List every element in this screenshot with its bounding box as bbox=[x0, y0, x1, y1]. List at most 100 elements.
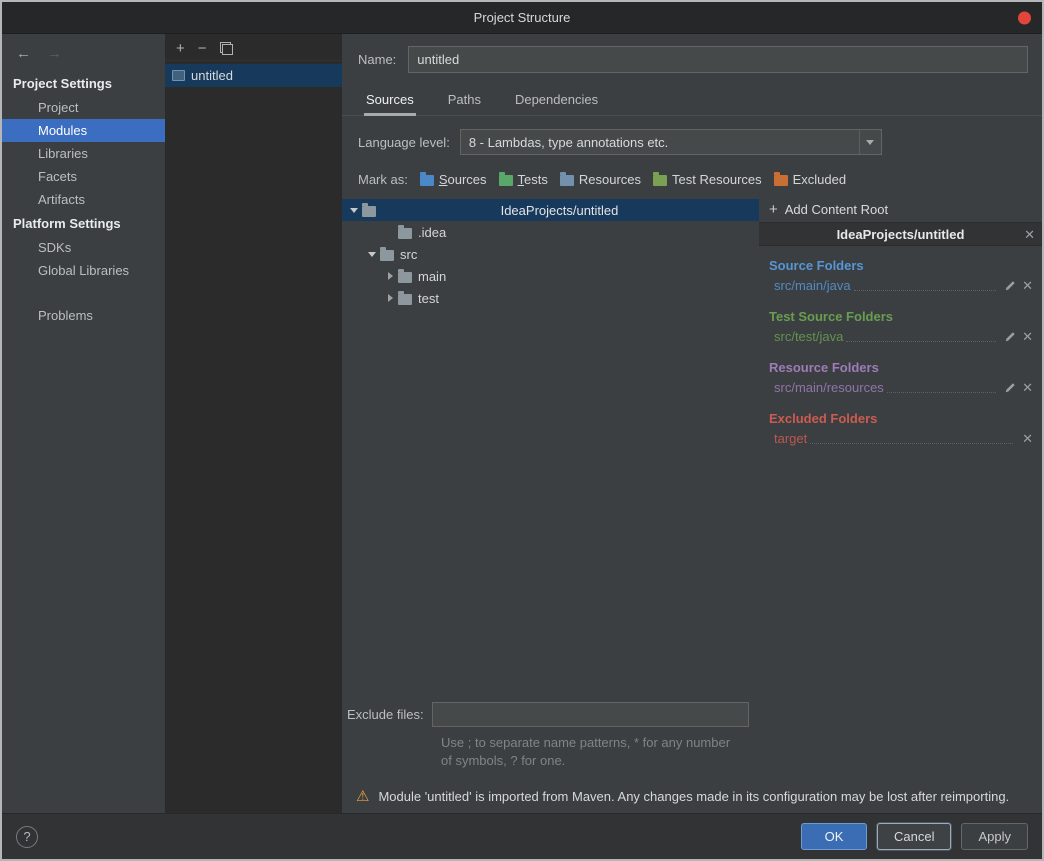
language-level-value: 8 - Lambdas, type annotations etc. bbox=[468, 134, 669, 150]
folder-entry[interactable]: src/test/java ✕ bbox=[769, 325, 1033, 347]
help-button[interactable]: ? bbox=[16, 825, 38, 848]
copy-module-icon[interactable] bbox=[219, 42, 233, 55]
module-tabs: Sources Paths Dependencies bbox=[342, 82, 1042, 116]
folder-entry[interactable]: target ✕ bbox=[769, 427, 1033, 449]
content-root-tree: IdeaProjects/untitled .idea src main tes… bbox=[342, 199, 759, 309]
source-folders-group: Source Folders src/main/java ✕ bbox=[769, 258, 1033, 296]
remove-icon[interactable]: ✕ bbox=[1022, 330, 1033, 343]
language-level-row: Language level: 8 - Lambdas, type annota… bbox=[342, 116, 1042, 159]
test-resources-folder-icon bbox=[653, 172, 668, 186]
mark-as-resources-label: Resources bbox=[578, 172, 642, 187]
tree-item-content-root[interactable]: IdeaProjects/untitled bbox=[342, 199, 759, 221]
exclude-files-row: Exclude files: bbox=[342, 701, 759, 727]
project-structure-dialog: Project Structure ← → Project Settings P… bbox=[0, 0, 1044, 861]
module-name-input[interactable] bbox=[408, 46, 1028, 73]
mark-as-test-resources-label: Test Resources bbox=[672, 172, 762, 187]
exclude-files-input[interactable] bbox=[431, 701, 749, 727]
module-list-item[interactable]: untitled bbox=[165, 64, 342, 87]
folder-path: src/main/java bbox=[774, 277, 851, 293]
section-header-project-settings: Project Settings bbox=[13, 76, 112, 91]
group-title: Source Folders bbox=[769, 258, 864, 273]
folder-path: src/main/resources bbox=[774, 379, 884, 395]
close-window-icon[interactable] bbox=[1018, 11, 1031, 24]
sidebar-item-modules[interactable]: Modules bbox=[2, 119, 165, 142]
modules-list: untitled bbox=[165, 61, 342, 813]
chevron-down-icon[interactable] bbox=[858, 130, 881, 154]
folder-path: target bbox=[774, 430, 808, 446]
language-level-select[interactable]: 8 - Lambdas, type annotations etc. bbox=[459, 129, 882, 155]
name-label: Name: bbox=[358, 52, 397, 67]
mark-as-row: Mark as: Sources Tests Resources Test Re… bbox=[342, 159, 1042, 196]
edit-icon[interactable] bbox=[1005, 382, 1016, 393]
folder-icon bbox=[362, 202, 376, 217]
tab-paths[interactable]: Paths bbox=[446, 88, 483, 116]
chevron-down-icon[interactable] bbox=[364, 251, 380, 257]
mark-as-tests-label: Tests bbox=[517, 172, 548, 187]
mark-as-excluded[interactable]: Excluded bbox=[773, 172, 847, 187]
excluded-folders-group: Excluded Folders target ✕ bbox=[769, 411, 1033, 449]
add-content-root-button[interactable]: + Add Content Root bbox=[759, 196, 1042, 222]
folder-groups: Source Folders src/main/java ✕ Test Sour… bbox=[759, 246, 1042, 449]
maven-warning: ⚠ Module 'untitled' is imported from Mav… bbox=[342, 783, 1042, 813]
tab-dependencies[interactable]: Dependencies bbox=[513, 88, 600, 116]
back-icon[interactable]: ← bbox=[16, 45, 31, 62]
sidebar-item-libraries[interactable]: Libraries bbox=[2, 142, 165, 165]
content-root-path: IdeaProjects/untitled bbox=[836, 226, 965, 242]
dialog-footer: ? OK Cancel Apply bbox=[2, 813, 1042, 859]
folder-icon bbox=[380, 246, 394, 261]
content-root-panel: + Add Content Root IdeaProjects/untitled… bbox=[759, 196, 1042, 783]
sidebar-item-sdks[interactable]: SDKs bbox=[2, 236, 165, 259]
chevron-right-icon[interactable] bbox=[382, 272, 398, 280]
resource-folders-group: Resource Folders src/main/resources ✕ bbox=[769, 360, 1033, 398]
sidebar-item-facets[interactable]: Facets bbox=[2, 165, 165, 188]
settings-sidebar: ← → Project Settings Project Modules Lib… bbox=[2, 34, 165, 813]
remove-module-icon[interactable]: − bbox=[198, 41, 207, 56]
mark-as-sources[interactable]: Sources bbox=[419, 172, 487, 187]
folder-entry[interactable]: src/main/java ✕ bbox=[769, 274, 1033, 296]
warning-icon: ⚠ bbox=[356, 788, 370, 806]
chevron-right-icon[interactable] bbox=[382, 294, 398, 302]
edit-icon[interactable] bbox=[1005, 280, 1016, 291]
tree-item-label: test bbox=[418, 290, 439, 306]
name-row: Name: bbox=[342, 34, 1042, 82]
mark-as-resources[interactable]: Resources bbox=[559, 172, 642, 187]
exclude-files-hint: Use ; to separate name patterns, * for a… bbox=[441, 734, 731, 769]
tree-item-src[interactable]: src bbox=[342, 243, 759, 265]
edit-icon[interactable] bbox=[1005, 331, 1016, 342]
title-bar: Project Structure bbox=[2, 2, 1042, 34]
dialog-title: Project Structure bbox=[473, 10, 571, 25]
folder-entry[interactable]: src/main/resources ✕ bbox=[769, 376, 1033, 398]
sidebar-item-artifacts[interactable]: Artifacts bbox=[2, 188, 165, 211]
tab-sources[interactable]: Sources bbox=[364, 88, 416, 116]
warning-text: Module 'untitled' is imported from Maven… bbox=[378, 789, 1010, 805]
tree-item-idea[interactable]: .idea bbox=[342, 221, 759, 243]
mark-as-test-resources[interactable]: Test Resources bbox=[653, 172, 762, 187]
sidebar-item-project[interactable]: Project bbox=[2, 96, 165, 119]
plus-icon: + bbox=[769, 200, 778, 218]
forward-icon[interactable]: → bbox=[47, 45, 62, 62]
chevron-down-icon[interactable] bbox=[346, 207, 362, 213]
remove-icon[interactable]: ✕ bbox=[1022, 432, 1033, 445]
apply-button[interactable]: Apply bbox=[961, 823, 1028, 850]
tree-item-main[interactable]: main bbox=[342, 265, 759, 287]
add-module-icon[interactable]: + bbox=[176, 41, 185, 56]
tree-item-test[interactable]: test bbox=[342, 287, 759, 309]
ok-button[interactable]: OK bbox=[801, 823, 867, 850]
remove-content-root-icon[interactable]: ✕ bbox=[1024, 228, 1035, 241]
folder-path: src/test/java bbox=[774, 328, 844, 344]
module-name: untitled bbox=[191, 68, 233, 83]
resources-folder-icon bbox=[559, 172, 574, 186]
sidebar-item-global-libraries[interactable]: Global Libraries bbox=[2, 259, 165, 282]
module-icon bbox=[172, 70, 185, 81]
mark-as-tests[interactable]: Tests bbox=[498, 172, 548, 187]
remove-icon[interactable]: ✕ bbox=[1022, 279, 1033, 292]
mark-as-excluded-label: Excluded bbox=[792, 172, 847, 187]
cancel-button[interactable]: Cancel bbox=[877, 823, 952, 850]
leader-dots bbox=[853, 290, 997, 291]
module-editor: Name: Sources Paths Dependencies Languag… bbox=[342, 34, 1042, 813]
tree-item-label: .idea bbox=[418, 224, 447, 240]
section-header-platform-settings: Platform Settings bbox=[13, 216, 121, 231]
leader-dots bbox=[846, 341, 997, 342]
sidebar-item-problems[interactable]: Problems bbox=[2, 304, 165, 327]
remove-icon[interactable]: ✕ bbox=[1022, 381, 1033, 394]
